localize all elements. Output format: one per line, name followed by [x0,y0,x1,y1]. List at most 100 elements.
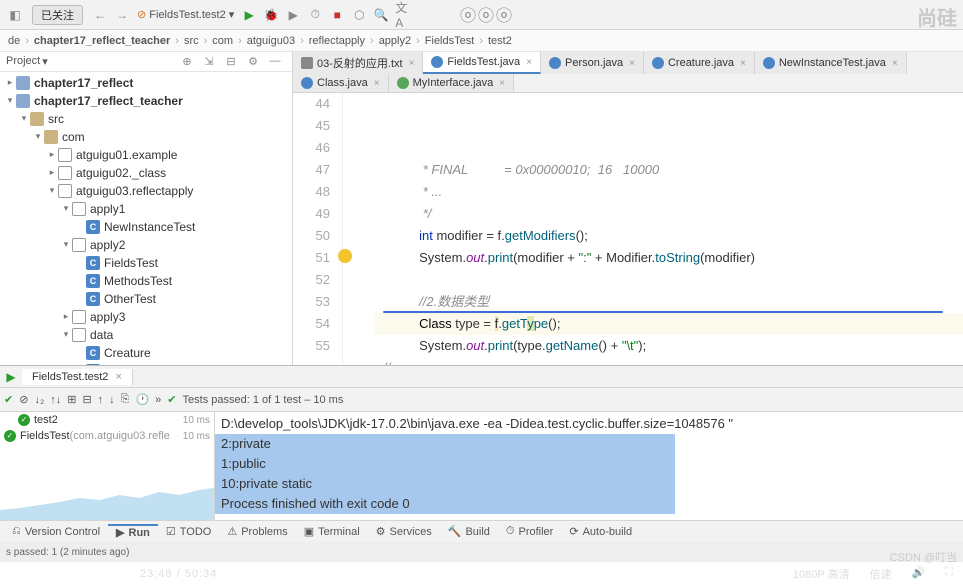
tree-arrow-icon[interactable]: ▾ [60,203,72,214]
history-icon[interactable]: 🕐 [135,393,149,406]
tree-item[interactable]: ▸atguigu01.example [0,146,292,164]
breadcrumb-segment[interactable]: reflectapply [307,35,367,47]
tree-item[interactable]: COtherTest [0,290,292,308]
close-tab-icon[interactable]: × [499,78,505,89]
export-icon[interactable]: ⎘ [121,393,130,406]
passed-icon[interactable]: ✔ [4,393,13,406]
tree-item[interactable]: ▾chapter17_reflect_teacher [0,92,292,110]
line-number[interactable]: 48 [293,181,330,203]
tree-item[interactable]: ▾src [0,110,292,128]
intention-bulb-icon[interactable] [338,249,352,263]
test-tree-item[interactable]: ✓FieldsTest (com.atguigu03.refle10 ms [0,428,214,444]
filter-icon[interactable]: ↑↓ [50,394,61,406]
editor-tab[interactable]: MyInterface.java× [389,74,515,92]
tool-window-button[interactable]: 🔨Build [440,525,498,538]
close-tab-icon[interactable]: × [892,58,898,69]
test-tree[interactable]: ✓test2 10 ms✓FieldsTest (com.atguigu03.r… [0,412,215,520]
tree-item[interactable]: CFieldsTest [0,254,292,272]
tree-arrow-icon[interactable]: ▾ [46,185,58,196]
editor-tab[interactable]: Creature.java× [644,52,755,74]
editor-tab[interactable]: FieldsTest.java× [423,52,541,74]
tool-window-button[interactable]: ⚠Problems [219,525,295,538]
stop-icon[interactable]: ■ [329,7,345,23]
tree-arrow-icon[interactable]: ▾ [18,113,30,124]
tree-item[interactable]: ▾data [0,326,292,344]
tree-item[interactable]: ▾atguigu03.reflectapply [0,182,292,200]
line-number[interactable]: 50 [293,225,330,247]
collapse-all-icon[interactable]: ⊟ [82,393,91,406]
sort-icon[interactable]: ↓₂ [34,394,44,406]
code-line[interactable]: */ [375,203,963,225]
failed-icon[interactable]: ⊘ [19,393,28,406]
prev-icon[interactable]: ↑ [98,394,104,406]
run-icon[interactable]: ▶ [241,7,257,23]
breadcrumb-segment[interactable]: de [6,35,22,47]
line-number[interactable]: 54 [293,313,330,335]
tree-item[interactable]: CMyAnnotation [0,362,292,365]
tree-item[interactable]: ▸atguigu02._class [0,164,292,182]
line-number[interactable]: 53 [293,291,330,313]
select-file-icon[interactable]: ⊕ [179,53,195,69]
tree-arrow-icon[interactable]: ▾ [32,131,44,142]
tool-window-button[interactable]: ⚙Services [368,525,440,538]
hide-icon[interactable]: — [267,53,283,69]
breadcrumb-segment[interactable]: com [210,35,235,47]
code-line[interactable]: //2.数据类型 [375,291,963,313]
editor-tab[interactable]: NewInstanceTest.java× [755,52,907,74]
tool-window-button[interactable]: ⟳Auto-build [561,525,640,538]
close-tab-icon[interactable]: × [629,58,635,69]
editor-tab[interactable]: 03-反射的应用.txt× [293,52,423,74]
translate-icon[interactable]: 文A [395,7,411,23]
tree-arrow-icon[interactable]: ▸ [46,167,58,178]
breadcrumb-segment[interactable]: atguigu03 [245,35,297,47]
project-tree[interactable]: ▸chapter17_reflect▾chapter17_reflect_tea… [0,72,292,365]
tree-arrow-icon[interactable]: ▾ [60,329,72,340]
tool-window-button[interactable]: ☑TODO [158,525,219,538]
line-number[interactable]: 47 [293,159,330,181]
code-line[interactable]: System.out.print(modifier + ":" + Modifi… [375,247,963,269]
settings-icon[interactable]: ⚙ [245,53,261,69]
tree-item[interactable]: ▾apply2 [0,236,292,254]
tree-arrow-icon[interactable]: ▸ [46,149,58,160]
tree-arrow-icon[interactable]: ▸ [4,77,16,88]
line-number[interactable]: 55 [293,335,330,357]
breadcrumb-segment[interactable]: test2 [486,35,514,47]
test-tree-item[interactable]: ✓test2 10 ms [0,412,214,428]
code-editor[interactable]: 444546474849505152535455 * FINAL = 0x000… [293,93,963,365]
follow-button[interactable]: 已关注 [32,5,83,25]
back-icon[interactable]: ← [92,7,108,23]
git-icon[interactable]: ⬡ [351,7,367,23]
breadcrumb-segment[interactable]: apply2 [377,35,413,47]
run-config-selector[interactable]: ⊘ FieldsTest.test2 ▾ [133,8,238,21]
breadcrumb-segment[interactable]: FieldsTest [423,35,477,47]
coverage-icon[interactable]: ▶ [285,7,301,23]
close-tab-icon[interactable]: × [526,57,532,68]
code-line[interactable]: int modifier = f.getModifiers(); [375,225,963,247]
line-number[interactable]: 45 [293,115,330,137]
next-icon[interactable]: ↓ [109,394,115,406]
code-line[interactable]: * ... [375,181,963,203]
collapse-icon[interactable]: ⊟ [223,53,239,69]
tree-arrow-icon[interactable]: ▸ [60,311,72,322]
tool-window-button[interactable]: ▣Terminal [296,525,368,538]
code-line[interactable]: Class type = f.getType(); [375,313,963,335]
tool-window-button[interactable]: ▶Run [108,524,158,539]
code-content[interactable]: * FINAL = 0x00000010; 16 10000 * ... */ … [375,93,963,365]
tree-item[interactable]: CCreature [0,344,292,362]
tree-arrow-icon[interactable]: ▾ [4,95,16,106]
tool-window-button[interactable]: ⎌Version Control [4,525,108,538]
console-output[interactable]: D:\develop_tools\JDK\jdk-17.0.2\bin\java… [215,412,963,520]
editor-tab[interactable]: Person.java× [541,52,644,74]
profile-icon[interactable]: ⏱ [307,7,323,23]
run-tab[interactable]: FieldsTest.test2 × [22,369,133,385]
line-number[interactable]: 44 [293,93,330,115]
tree-item[interactable]: CNewInstanceTest [0,218,292,236]
tree-item[interactable]: ▸apply3 [0,308,292,326]
debug-icon[interactable]: 🐞 [263,7,279,23]
close-tab-icon[interactable]: × [374,78,380,89]
search-icon[interactable]: 🔍 [373,7,389,23]
expand-icon[interactable]: ⇲ [201,53,217,69]
tree-arrow-icon[interactable]: ▾ [60,239,72,250]
line-number[interactable]: 51 [293,247,330,269]
line-number[interactable]: 52 [293,269,330,291]
